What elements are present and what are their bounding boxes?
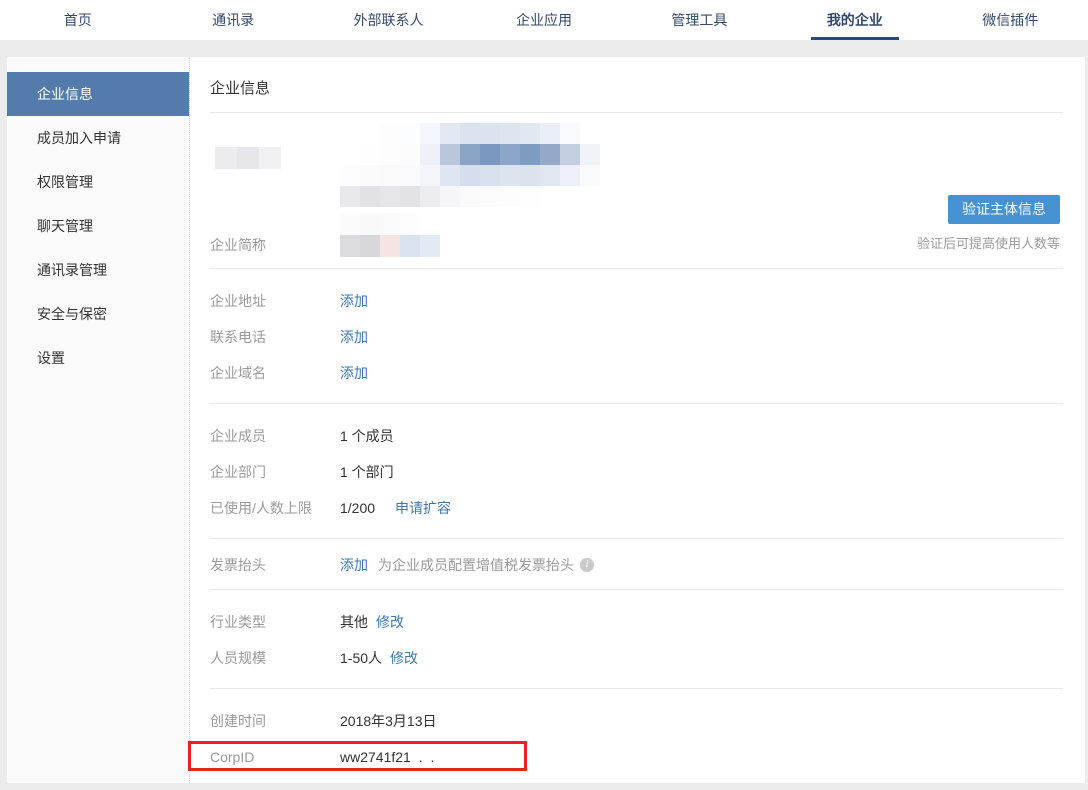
invoice-add-link[interactable]: 添加 [340,555,368,575]
invoice-section: 发票抬头 添加 为企业成员配置增值税发票抬头 i [210,539,1063,589]
created-value: 2018年3月13日 [340,711,437,731]
scale-row: 人员规模 1-50人 修改 [210,640,1063,676]
sidebar: 企业信息 成员加入申请 权限管理 聊天管理 通讯录管理 安全与保密 设置 [7,57,190,783]
nav-external-contacts[interactable]: 外部联系人 [311,0,466,40]
address-add-link[interactable]: 添加 [340,291,368,311]
sidebar-item-enterprise-info[interactable]: 企业信息 [7,72,189,116]
nav-contacts-label: 通讯录 [212,10,254,30]
industry-section: 行业类型 其他 修改 人员规模 1-50人 修改 [210,590,1063,688]
nav-contacts[interactable]: 通讯录 [155,0,310,40]
departments-row: 企业部门 1 个部门 [210,454,1063,490]
nav-enterprise-apps[interactable]: 企业应用 [466,0,621,40]
members-label: 企业成员 [210,426,340,446]
sidebar-item-settings[interactable]: 设置 [7,336,189,380]
sidebar-item-contacts-management[interactable]: 通讯录管理 [7,248,189,292]
sidebar-item-chat-management[interactable]: 聊天管理 [7,204,189,248]
verify-subject-info-button[interactable]: 验证主体信息 [948,195,1060,224]
short-name-label: 企业简称 [210,235,266,255]
scale-label: 人员规模 [210,648,340,668]
industry-label: 行业类型 [210,612,340,632]
corpid-value: ww2741f2 [340,749,403,765]
industry-row: 行业类型 其他 修改 [210,604,1063,640]
scale-edit-link[interactable]: 修改 [390,648,418,668]
members-row: 企业成员 1 个成员 [210,418,1063,454]
nav-admin-tools-label: 管理工具 [671,10,727,30]
invoice-row: 发票抬头 添加 为企业成员配置增值税发票抬头 i [210,547,1063,583]
industry-value: 其他 [340,612,368,632]
expand-capacity-link[interactable]: 申请扩容 [395,498,451,518]
address-label: 企业地址 [210,291,340,311]
corpid-row: CorpID ww2741f2 1 . . [210,739,1063,775]
verify-hint-text: 验证后可提高使用人数等 [917,233,1060,252]
sidebar-item-security[interactable]: 安全与保密 [7,292,189,336]
censored-short-name-value [340,213,440,257]
page-body: 企业信息 成员加入申请 权限管理 聊天管理 通讯录管理 安全与保密 设置 企业信… [7,57,1085,783]
invoice-label: 发票抬头 [210,555,340,575]
phone-label: 联系电话 [210,327,340,347]
nav-home-label: 首页 [64,10,92,30]
usage-label: 已使用/人数上限 [210,498,340,518]
industry-edit-link[interactable]: 修改 [376,612,404,632]
sidebar-item-permissions[interactable]: 权限管理 [7,160,189,204]
enterprise-profile-section: 企业简称 验证主体信息 验证后可提高使用人数等 [210,113,1063,268]
nav-my-enterprise-label: 我的企业 [827,10,883,30]
domain-add-link[interactable]: 添加 [340,363,368,383]
domain-row: 企业域名 添加 [210,355,1063,391]
nav-my-enterprise[interactable]: 我的企业 [777,0,932,40]
censored-logo-label [215,147,281,169]
created-label: 创建时间 [210,711,340,731]
corpid-value-faded: 1 . . [403,749,436,765]
departments-label: 企业部门 [210,462,340,482]
members-value: 1 个成员 [340,426,394,446]
nav-wechat-plugin[interactable]: 微信插件 [933,0,1088,40]
page-title: 企业信息 [210,71,1063,112]
invoice-note: 为企业成员配置增值税发票抬头 [378,555,574,575]
nav-enterprise-apps-label: 企业应用 [516,10,572,30]
phone-add-link[interactable]: 添加 [340,327,368,347]
phone-row: 联系电话 添加 [210,319,1063,355]
corpid-label: CorpID [210,749,340,765]
sidebar-item-join-requests[interactable]: 成员加入申请 [7,116,189,160]
created-row: 创建时间 2018年3月13日 [210,703,1063,739]
nav-external-contacts-label: 外部联系人 [354,10,424,30]
usage-row: 已使用/人数上限 1/200 申请扩容 [210,490,1063,526]
departments-value: 1 个部门 [340,462,394,482]
scale-value: 1-50人 [340,648,382,668]
members-section: 企业成员 1 个成员 企业部门 1 个部门 已使用/人数上限 1/200 申请扩… [210,404,1063,538]
main-content: 企业信息 企业简称 验证主体信息 验证后可提高使用人数等 企业地址 添加 联系电… [190,57,1085,783]
top-navigation: 首页 通讯录 外部联系人 企业应用 管理工具 我的企业 微信插件 [0,0,1088,40]
nav-admin-tools[interactable]: 管理工具 [622,0,777,40]
usage-value: 1/200 [340,500,375,516]
nav-home[interactable]: 首页 [0,0,155,40]
contact-info-section: 企业地址 添加 联系电话 添加 企业域名 添加 [210,269,1063,403]
nav-wechat-plugin-label: 微信插件 [982,10,1038,30]
meta-section: 创建时间 2018年3月13日 CorpID ww2741f2 1 . . [210,689,1063,787]
info-icon[interactable]: i [580,558,594,572]
address-row: 企业地址 添加 [210,283,1063,319]
domain-label: 企业域名 [210,363,340,383]
censored-company-name [340,123,600,207]
